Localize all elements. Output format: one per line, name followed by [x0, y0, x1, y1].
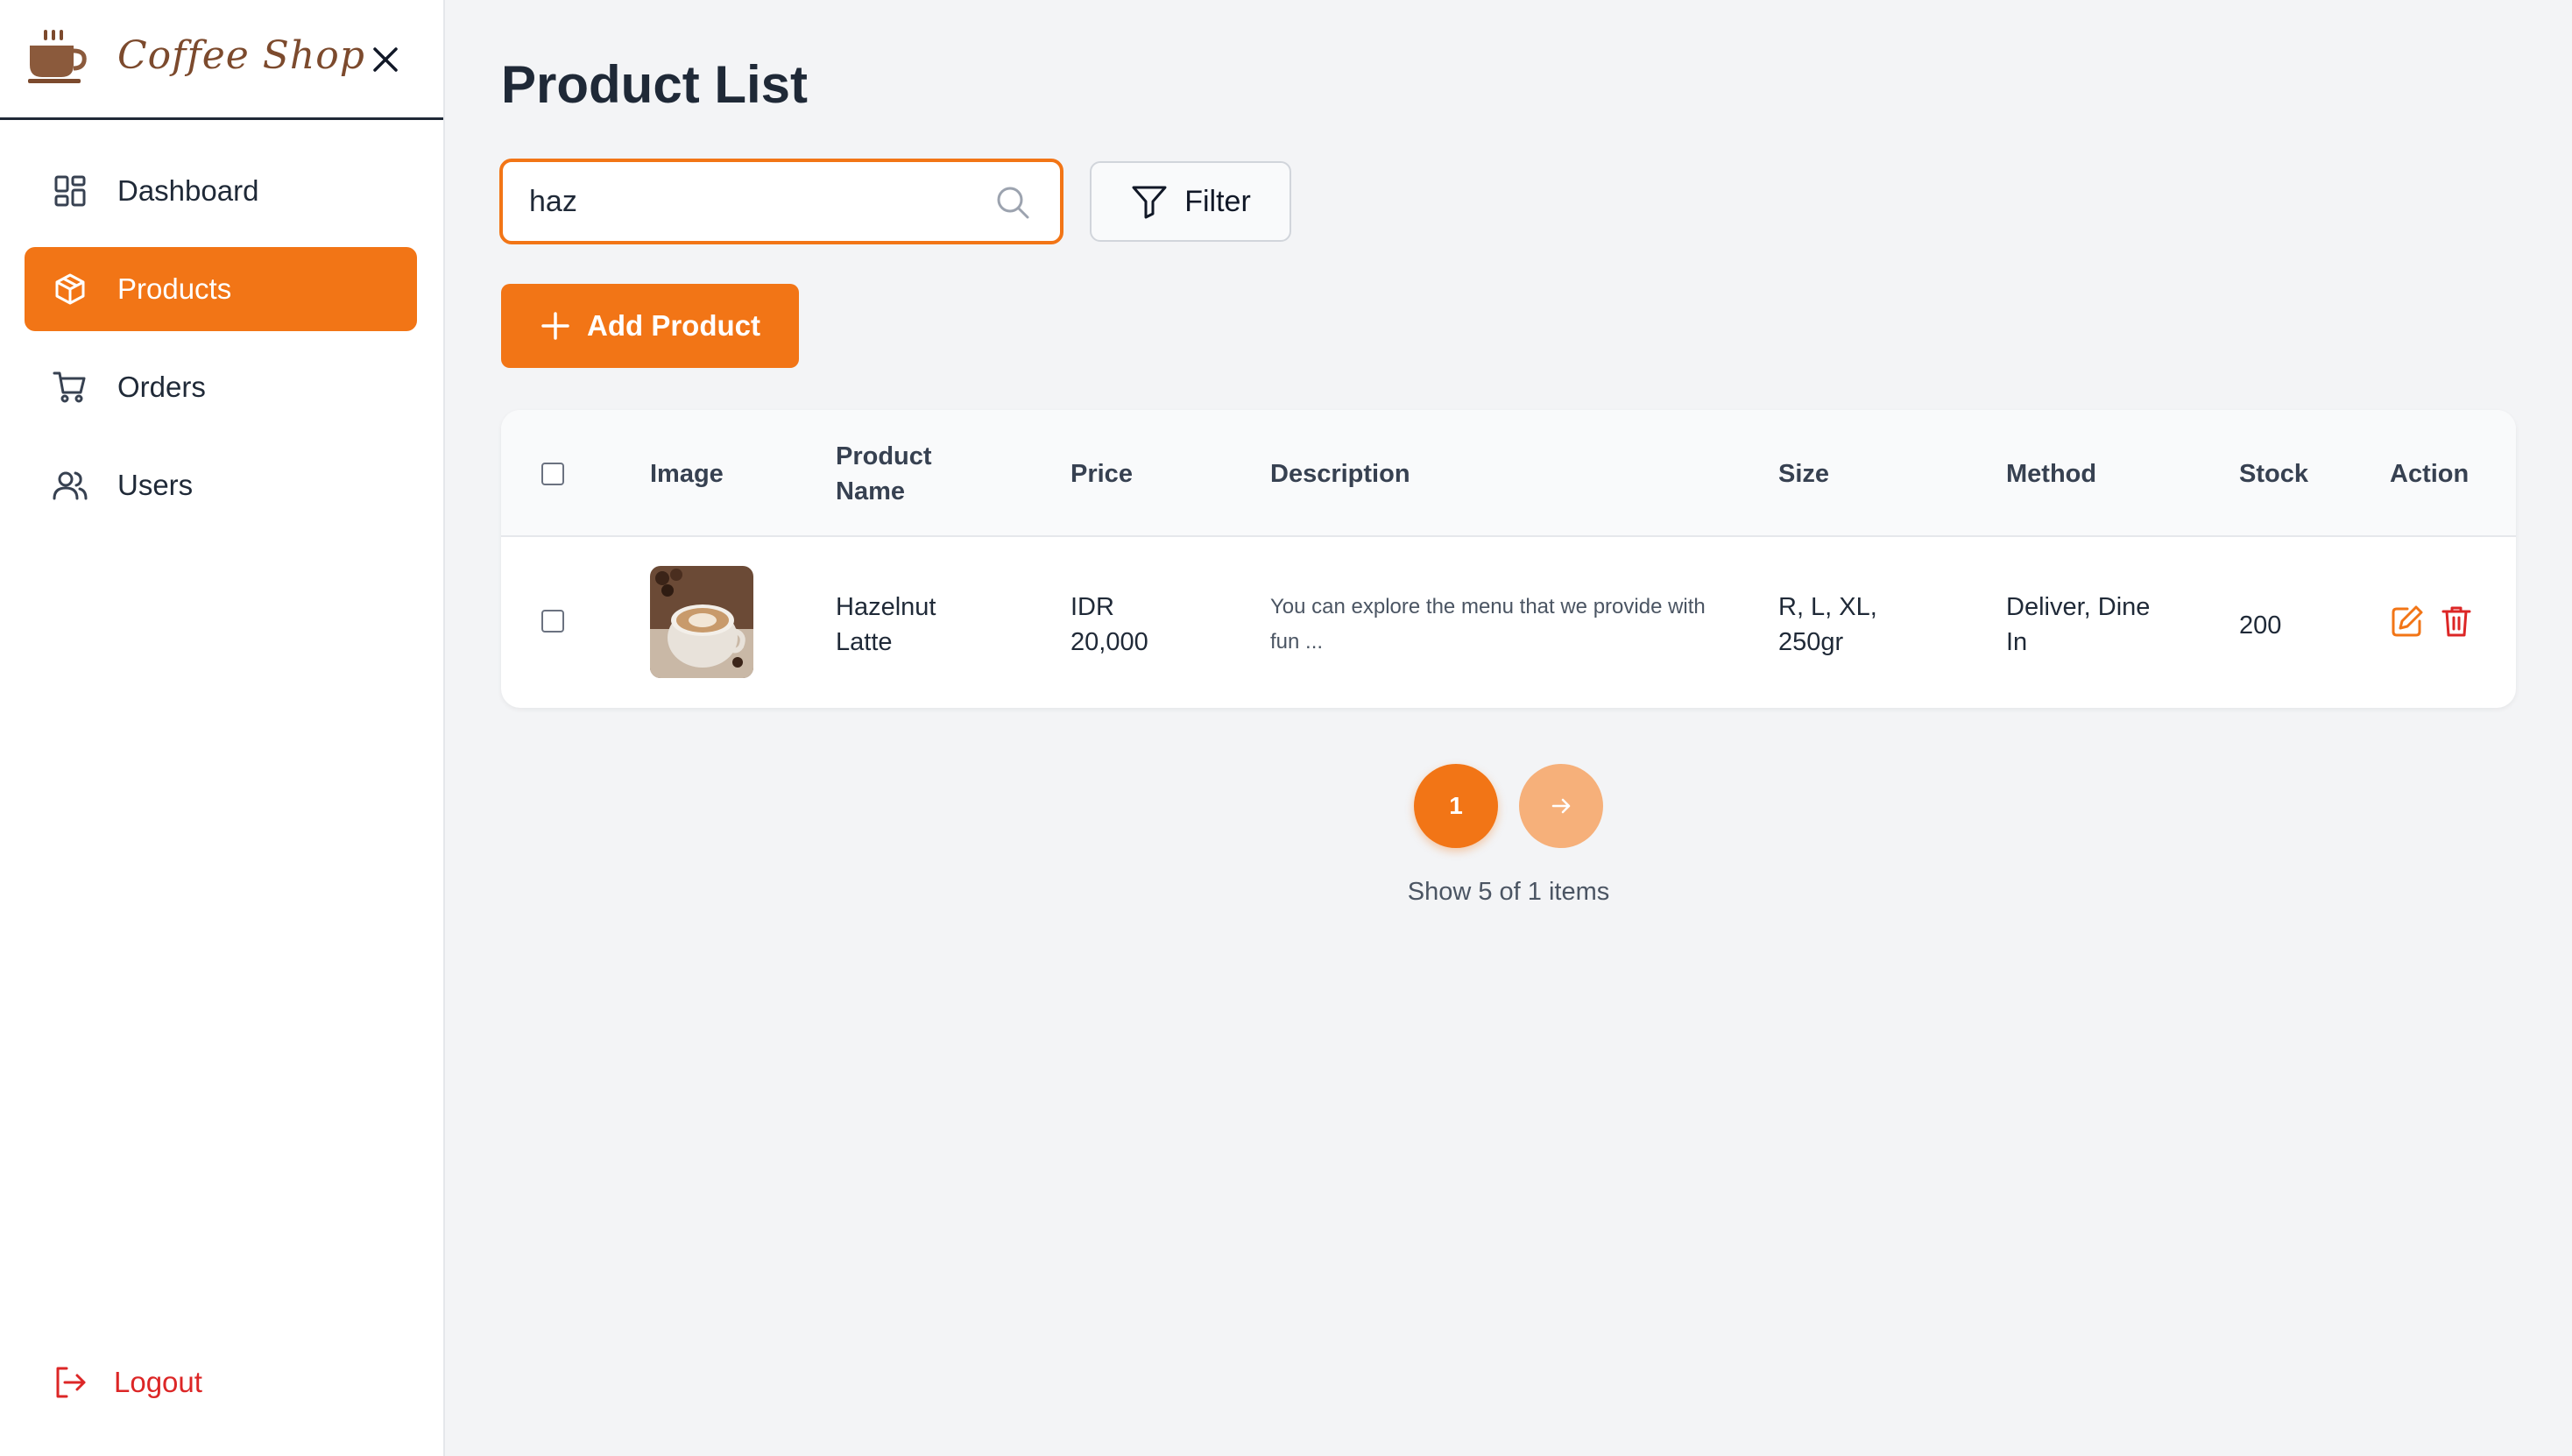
filter-icon [1132, 186, 1167, 219]
column-header: Size [1778, 459, 1830, 488]
next-page-button[interactable] [1519, 764, 1603, 848]
sidebar-item-users[interactable]: Users [25, 443, 417, 527]
box-icon [55, 273, 85, 305]
brand-header: Coffee Shop [0, 0, 443, 120]
row-checkbox-cell [541, 608, 564, 634]
search-icon[interactable] [993, 183, 1032, 222]
column-header: Image [650, 459, 724, 488]
product-name-cell: Hazelnut Latte [836, 593, 936, 656]
page-1-button[interactable]: 1 [1414, 764, 1498, 848]
price-cell: IDR 20,000 [1070, 593, 1148, 656]
page-title: Product List [501, 55, 809, 114]
arrow-right-icon [1551, 798, 1571, 814]
product-thumbnail [650, 566, 753, 678]
filter-button[interactable]: Filter [1090, 161, 1291, 242]
add-product-button[interactable]: Add Product [501, 284, 799, 368]
stock-cell: 200 [2239, 611, 2282, 640]
sidebar-item-label: Orders [117, 371, 206, 403]
trash-icon[interactable] [2439, 604, 2474, 639]
product-table: Image Product Name Price Description Siz… [501, 410, 2516, 708]
column-header: Product Name [836, 442, 932, 505]
select-all-checkbox[interactable] [541, 462, 564, 485]
sidebar-item-products[interactable]: Products [25, 247, 417, 331]
action-cell [2390, 604, 2474, 639]
search-box [499, 159, 1063, 244]
sidebar: Coffee Shop Dashboard Products Orders Us… [0, 0, 445, 1456]
row-checkbox[interactable] [541, 610, 564, 633]
column-header: Action [2390, 459, 2470, 488]
sidebar-item-orders[interactable]: Orders [25, 345, 417, 429]
sidebar-item-label: Dashboard [117, 174, 259, 207]
method-cell: Deliver, Dine In [2006, 593, 2151, 656]
sidebar-item-label: Products [117, 272, 232, 305]
dashboard-icon [54, 175, 86, 207]
coffee-cup-icon [28, 30, 87, 83]
add-product-label: Add Product [587, 309, 760, 342]
plus-icon [541, 312, 569, 340]
sidebar-item-label: Users [117, 469, 194, 501]
filter-label: Filter [1184, 184, 1251, 218]
sidebar-nav: Dashboard Products Orders Users [25, 149, 417, 541]
cart-icon [53, 371, 86, 403]
logout-button[interactable]: Logout [53, 1365, 202, 1400]
select-all-cell [541, 410, 564, 537]
column-header: Method [2006, 459, 2097, 488]
size-cell: R, L, XL, 250gr [1778, 593, 1877, 656]
logout-label: Logout [114, 1366, 202, 1398]
column-header: Description [1270, 459, 1410, 488]
close-icon[interactable] [368, 42, 403, 77]
brand-name: Coffee Shop [117, 33, 365, 78]
edit-icon[interactable] [2390, 604, 2425, 639]
sidebar-item-dashboard[interactable]: Dashboard [25, 149, 417, 233]
column-header: Price [1070, 459, 1133, 488]
description-cell: You can explore the menu that we provide… [1270, 595, 1706, 654]
pagination-info: Show 5 of 1 items [1407, 878, 1610, 906]
search-input[interactable] [529, 178, 985, 225]
column-header: Stock [2239, 459, 2308, 488]
logout-icon [56, 1367, 86, 1398]
users-icon [53, 471, 88, 500]
table-header: Image Product Name Price Description Siz… [501, 410, 2516, 537]
latte-cup-image [650, 566, 753, 678]
